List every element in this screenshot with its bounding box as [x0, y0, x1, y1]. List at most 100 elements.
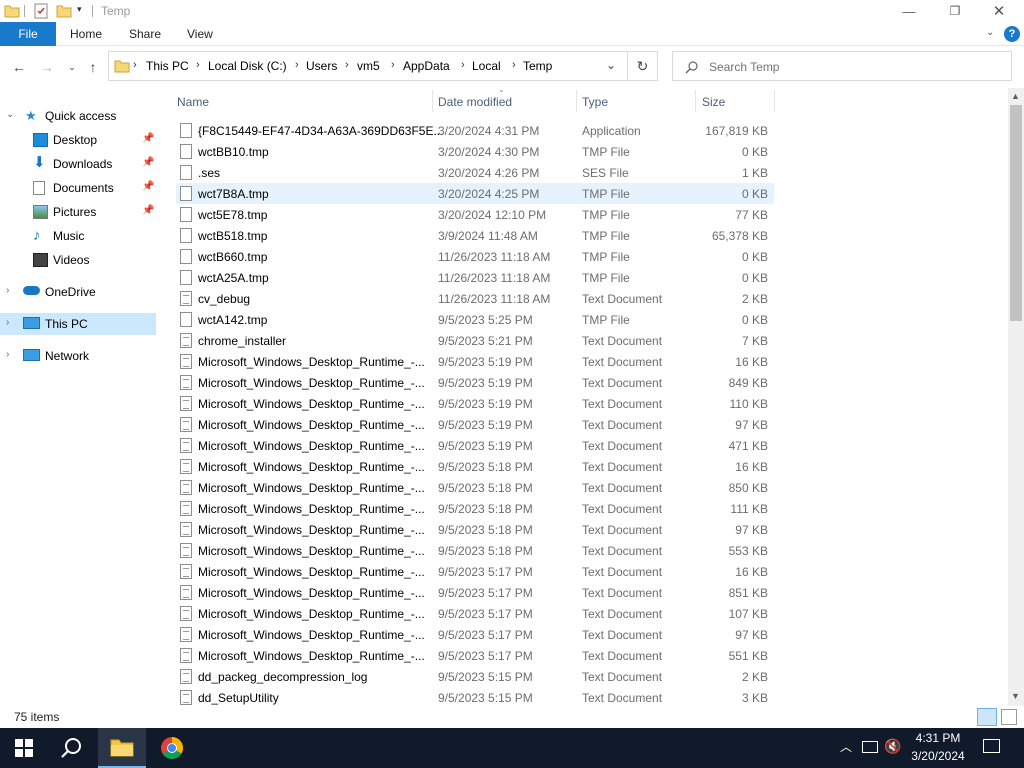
- customize-quick-access-icon[interactable]: ▾: [77, 4, 82, 20]
- file-row[interactable]: .ses 3/20/2024 4:26 PM SES File 1 KB: [176, 162, 774, 183]
- chevron-right-icon[interactable]: ›: [345, 59, 349, 71]
- file-row[interactable]: wctA25A.tmp 11/26/2023 11:18 AM TMP File 0 …: [176, 267, 774, 288]
- file-row[interactable]: Microsoft_Windows_Desktop_Runtime_-... 9/…: [176, 624, 774, 645]
- refresh-button[interactable]: ↻: [628, 51, 658, 81]
- chevron-right-icon[interactable]: ›: [6, 285, 9, 296]
- file-row[interactable]: Microsoft_Windows_Desktop_Runtime_-... 9/…: [176, 435, 774, 456]
- maximize-button[interactable]: ❐: [932, 0, 978, 22]
- tab-view[interactable]: View: [187, 22, 213, 46]
- file-row[interactable]: Microsoft_Windows_Desktop_Runtime_-... 9/…: [176, 540, 774, 561]
- pin-icon[interactable]: 📌: [142, 157, 154, 168]
- minimize-button[interactable]: —: [886, 0, 932, 22]
- file-row[interactable]: Microsoft_Windows_Desktop_Runtime_-... 9/…: [176, 519, 774, 540]
- chevron-right-icon[interactable]: ›: [295, 59, 299, 71]
- chevron-right-icon[interactable]: ›: [512, 59, 516, 71]
- file-row[interactable]: dd_SetupUtility 9/5/2023 5:15 PM Text Docu…: [176, 687, 774, 708]
- start-button[interactable]: [0, 728, 48, 768]
- nav-item-downloads[interactable]: ⬇ Downloads 📌: [0, 153, 156, 175]
- file-row[interactable]: Microsoft_Windows_Desktop_Runtime_-... 9/…: [176, 414, 774, 435]
- address-dropdown-icon[interactable]: ⌄: [606, 58, 616, 72]
- file-row[interactable]: wctA142.tmp 9/5/2023 5:25 PM TMP File 0 KB: [176, 309, 774, 330]
- details-view-button[interactable]: [977, 708, 997, 726]
- file-row[interactable]: Microsoft_Windows_Desktop_Runtime_-... 9/…: [176, 456, 774, 477]
- file-row[interactable]: Microsoft_Windows_Desktop_Runtime_-... 9/…: [176, 351, 774, 372]
- file-row[interactable]: Microsoft_Windows_Desktop_Runtime_-... 9/…: [176, 498, 774, 519]
- pin-icon[interactable]: 📌: [142, 133, 154, 144]
- breadcrumb-appdata[interactable]: AppData: [403, 59, 450, 73]
- column-header-date[interactable]: Date modified: [438, 95, 512, 109]
- chrome-taskbar-button[interactable]: [148, 728, 196, 768]
- breadcrumb-temp[interactable]: Temp: [523, 59, 552, 73]
- column-divider[interactable]: [695, 90, 696, 112]
- chevron-down-icon[interactable]: ⌄: [6, 109, 14, 120]
- notifications-icon[interactable]: [983, 739, 1000, 753]
- file-row[interactable]: Microsoft_Windows_Desktop_Runtime_-... 9/…: [176, 372, 774, 393]
- file-row[interactable]: wctBB10.tmp 3/20/2024 4:30 PM TMP File 0 KB: [176, 141, 774, 162]
- nav-item-videos[interactable]: Videos: [0, 249, 156, 271]
- help-icon[interactable]: ?: [1004, 26, 1020, 42]
- file-row[interactable]: Microsoft_Windows_Desktop_Runtime_-... 9/…: [176, 561, 774, 582]
- breadcrumb-this-pc[interactable]: This PC: [146, 59, 189, 73]
- column-divider[interactable]: [432, 90, 433, 112]
- search-box[interactable]: [672, 51, 1012, 81]
- network-status-icon[interactable]: [862, 741, 878, 753]
- column-divider[interactable]: [576, 90, 577, 112]
- file-row[interactable]: {F8C15449-EF47-4D34-A63A-369DD63F5E... 3/…: [176, 120, 774, 141]
- file-row[interactable]: Microsoft_Windows_Desktop_Runtime_-... 9/…: [176, 603, 774, 624]
- new-folder-icon[interactable]: [56, 3, 72, 19]
- nav-onedrive[interactable]: › OneDrive: [0, 281, 156, 303]
- chevron-right-icon[interactable]: ›: [196, 59, 200, 71]
- pin-icon[interactable]: 📌: [142, 181, 154, 192]
- chevron-right-icon[interactable]: ›: [461, 59, 465, 71]
- search-taskbar-button[interactable]: [48, 728, 96, 768]
- show-hidden-icons-icon[interactable]: ︿: [840, 738, 852, 755]
- chevron-right-icon[interactable]: ›: [133, 59, 137, 71]
- nav-quick-access[interactable]: ⌄ ★ Quick access: [0, 105, 156, 127]
- column-header-size[interactable]: Size: [702, 95, 725, 109]
- file-row[interactable]: wctB518.tmp 3/9/2024 11:48 AM TMP File 65,3…: [176, 225, 774, 246]
- scroll-down-icon[interactable]: ▼: [1011, 691, 1020, 701]
- nav-item-music[interactable]: ♪ Music: [0, 225, 156, 247]
- nav-this-pc[interactable]: › This PC: [0, 313, 156, 335]
- tab-file[interactable]: File: [0, 22, 56, 46]
- file-row[interactable]: Microsoft_Windows_Desktop_Runtime_-... 9/…: [176, 477, 774, 498]
- back-button[interactable]: ←: [10, 58, 28, 76]
- pin-icon[interactable]: 📌: [142, 205, 154, 216]
- recent-locations-button[interactable]: ⌄: [63, 58, 81, 76]
- nav-item-desktop[interactable]: Desktop 📌: [0, 129, 156, 151]
- volume-muted-icon[interactable]: 🔇: [884, 738, 901, 755]
- scroll-up-icon[interactable]: ▲: [1011, 91, 1020, 101]
- expand-ribbon-icon[interactable]: ⌄: [986, 27, 994, 38]
- breadcrumb-local[interactable]: Local: [472, 59, 501, 73]
- properties-icon[interactable]: [33, 3, 49, 19]
- file-explorer-taskbar-button[interactable]: [98, 728, 146, 768]
- breadcrumb-vm5[interactable]: vm5: [357, 59, 380, 73]
- file-row[interactable]: Microsoft_Windows_Desktop_Runtime_-... 9/…: [176, 645, 774, 666]
- chevron-right-icon[interactable]: ›: [6, 349, 9, 360]
- tab-share[interactable]: Share: [129, 22, 161, 46]
- close-button[interactable]: ✕: [976, 0, 1022, 22]
- file-row[interactable]: chrome_installer 9/5/2023 5:21 PM Text Doc…: [176, 330, 774, 351]
- file-row[interactable]: Microsoft_Windows_Desktop_Runtime_-... 9/…: [176, 582, 774, 603]
- nav-item-documents[interactable]: Documents 📌: [0, 177, 156, 199]
- large-icons-view-button[interactable]: [1001, 709, 1017, 725]
- clock-time[interactable]: 4:31 PM: [908, 731, 968, 745]
- chevron-right-icon[interactable]: ›: [391, 59, 395, 71]
- up-button[interactable]: ↑: [84, 58, 102, 76]
- tab-home[interactable]: Home: [70, 22, 102, 46]
- breadcrumb-users[interactable]: Users: [306, 59, 337, 73]
- file-row[interactable]: wct5E78.tmp 3/20/2024 12:10 PM TMP File 77 …: [176, 204, 774, 225]
- address-bar[interactable]: › This PC › Local Disk (C:) › Users › vm…: [108, 51, 628, 81]
- chevron-right-icon[interactable]: ›: [6, 317, 9, 328]
- column-divider[interactable]: [774, 90, 775, 112]
- clock-date[interactable]: 3/20/2024: [908, 749, 968, 763]
- forward-button[interactable]: →: [38, 58, 56, 76]
- column-header-type[interactable]: Type: [582, 95, 608, 109]
- nav-item-pictures[interactable]: Pictures 📌: [0, 201, 156, 223]
- file-row[interactable]: Microsoft_Windows_Desktop_Runtime_-... 9/…: [176, 393, 774, 414]
- scroll-thumb[interactable]: [1010, 105, 1022, 321]
- file-row[interactable]: wct7B8A.tmp 3/20/2024 4:25 PM TMP File 0 KB: [176, 183, 774, 204]
- column-header-name[interactable]: Name: [177, 95, 209, 109]
- breadcrumb-local-disk[interactable]: Local Disk (C:): [208, 59, 287, 73]
- file-row[interactable]: wctB660.tmp 11/26/2023 11:18 AM TMP File 0 …: [176, 246, 774, 267]
